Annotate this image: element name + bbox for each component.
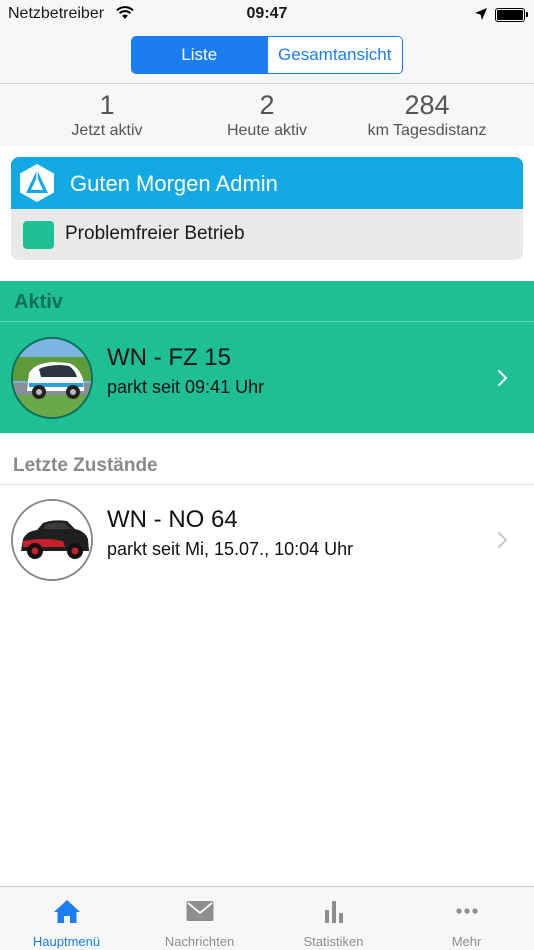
battery-icon [495, 8, 528, 22]
vehicle-row-active[interactable]: WN - FZ 15 parkt seit 09:41 Uhr [0, 337, 534, 419]
home-icon [53, 900, 80, 923]
stat-jetzt-aktiv: 1 Jetzt aktiv [18, 89, 196, 141]
stat-value: 2 [259, 90, 275, 120]
segment-bar: Liste Gesamtansicht [0, 30, 534, 84]
stats-summary: 1 Jetzt aktiv 2 Heute aktiv 284 km Tages… [0, 85, 534, 147]
stat-value: 1 [99, 90, 115, 120]
vehicle-photo [11, 337, 93, 419]
segment-gesamtansicht[interactable]: Gesamtansicht [266, 37, 402, 73]
tab-mehr[interactable]: Mehr [400, 887, 533, 950]
tab-label: Hauptmenü [32, 934, 101, 949]
status-text: Problemfreier Betrieb [65, 223, 245, 244]
stat-label: Jetzt aktiv [71, 122, 143, 139]
vehicle-photo [11, 499, 93, 581]
chevron-right-icon [498, 532, 507, 548]
greeting-header: Guten Morgen Admin [11, 157, 523, 209]
tab-nachrichten[interactable]: Nachrichten [133, 887, 266, 950]
app-logo-icon [20, 164, 54, 202]
chevron-right-icon [498, 370, 507, 386]
vehicle-plate: WN - FZ 15 [107, 344, 231, 371]
active-section-header: Aktiv [14, 291, 63, 313]
vehicle-status: parkt seit 09:41 Uhr [107, 377, 265, 397]
status-bar: Netzbetreiber 09:47 [0, 0, 534, 30]
last-states-section: Letzte Zustände [0, 450, 534, 485]
divider [0, 321, 534, 322]
stat-label: Heute aktiv [226, 122, 308, 139]
bar-chart-icon [324, 901, 343, 923]
system-status: Problemfreier Betrieb [11, 209, 523, 260]
stat-value: 284 [404, 90, 450, 120]
tab-hauptmenue[interactable]: Hauptmenü [0, 887, 133, 950]
clock: 09:47 [246, 5, 288, 22]
status-indicator [23, 221, 54, 249]
tab-bar: Hauptmenü Nachrichten Statistiken Mehr [0, 886, 534, 950]
stat-heute-aktiv: 2 Heute aktiv [178, 89, 356, 141]
vehicle-status: parkt seit Mi, 15.07., 10:04 Uhr [107, 539, 354, 559]
tab-label: Mehr [451, 934, 482, 949]
stat-tagesdistanz: 284 km Tagesdistanz [338, 89, 516, 141]
stat-label: km Tagesdistanz [367, 122, 487, 139]
envelope-icon [186, 901, 213, 921]
greeting-title: Guten Morgen Admin [70, 171, 278, 196]
segment-liste[interactable]: Liste [132, 37, 267, 73]
divider [0, 484, 534, 485]
vehicle-row-last[interactable]: WN - NO 64 parkt seit Mi, 15.07., 10:04 … [0, 499, 534, 581]
tab-label: Statistiken [303, 934, 364, 949]
vehicle-plate: WN - NO 64 [107, 506, 238, 533]
view-segmented-control: Liste Gesamtansicht [131, 36, 403, 74]
more-dots-icon [455, 908, 478, 914]
tab-label: Nachrichten [164, 934, 235, 949]
greeting-card: Guten Morgen Admin Problemfreier Betrieb [11, 157, 523, 260]
last-states-header: Letzte Zustände [13, 455, 158, 476]
location-arrow-icon [475, 8, 487, 20]
tab-statistiken[interactable]: Statistiken [267, 887, 400, 950]
